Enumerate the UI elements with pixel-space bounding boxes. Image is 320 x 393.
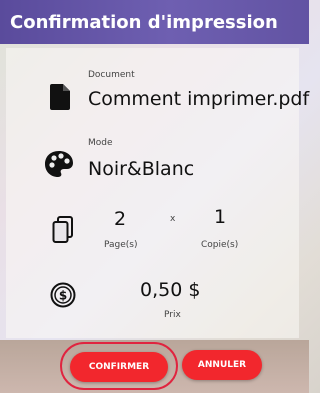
multiply-sign: x: [170, 214, 176, 224]
price-label: Prix: [164, 310, 181, 320]
dialog-title: Confirmation d'impression: [10, 11, 278, 33]
mode-value: Noir&Blanc: [88, 158, 195, 180]
document-name: Comment imprimer.pdf: [88, 88, 310, 110]
confirm-button[interactable]: CONFIRMER: [70, 352, 168, 382]
document-icon: [50, 84, 70, 110]
document-label: Document: [88, 70, 135, 80]
pages-label: Page(s): [104, 240, 138, 250]
dialog-header: Confirmation d'impression: [0, 0, 309, 44]
print-summary-panel: Document Comment imprimer.pdf Mode Noir&…: [6, 48, 309, 338]
pages-icon: [52, 216, 73, 243]
dollar-icon: $: [50, 282, 76, 308]
palette-icon: [45, 151, 73, 177]
mode-label: Mode: [88, 138, 113, 148]
cancel-button[interactable]: ANNULER: [182, 350, 262, 380]
copy-count: 1: [214, 206, 227, 228]
svg-text:$: $: [59, 289, 67, 303]
page-count: 2: [114, 208, 127, 230]
price-value: 0,50 $: [140, 279, 201, 301]
copies-label: Copie(s): [201, 240, 239, 250]
